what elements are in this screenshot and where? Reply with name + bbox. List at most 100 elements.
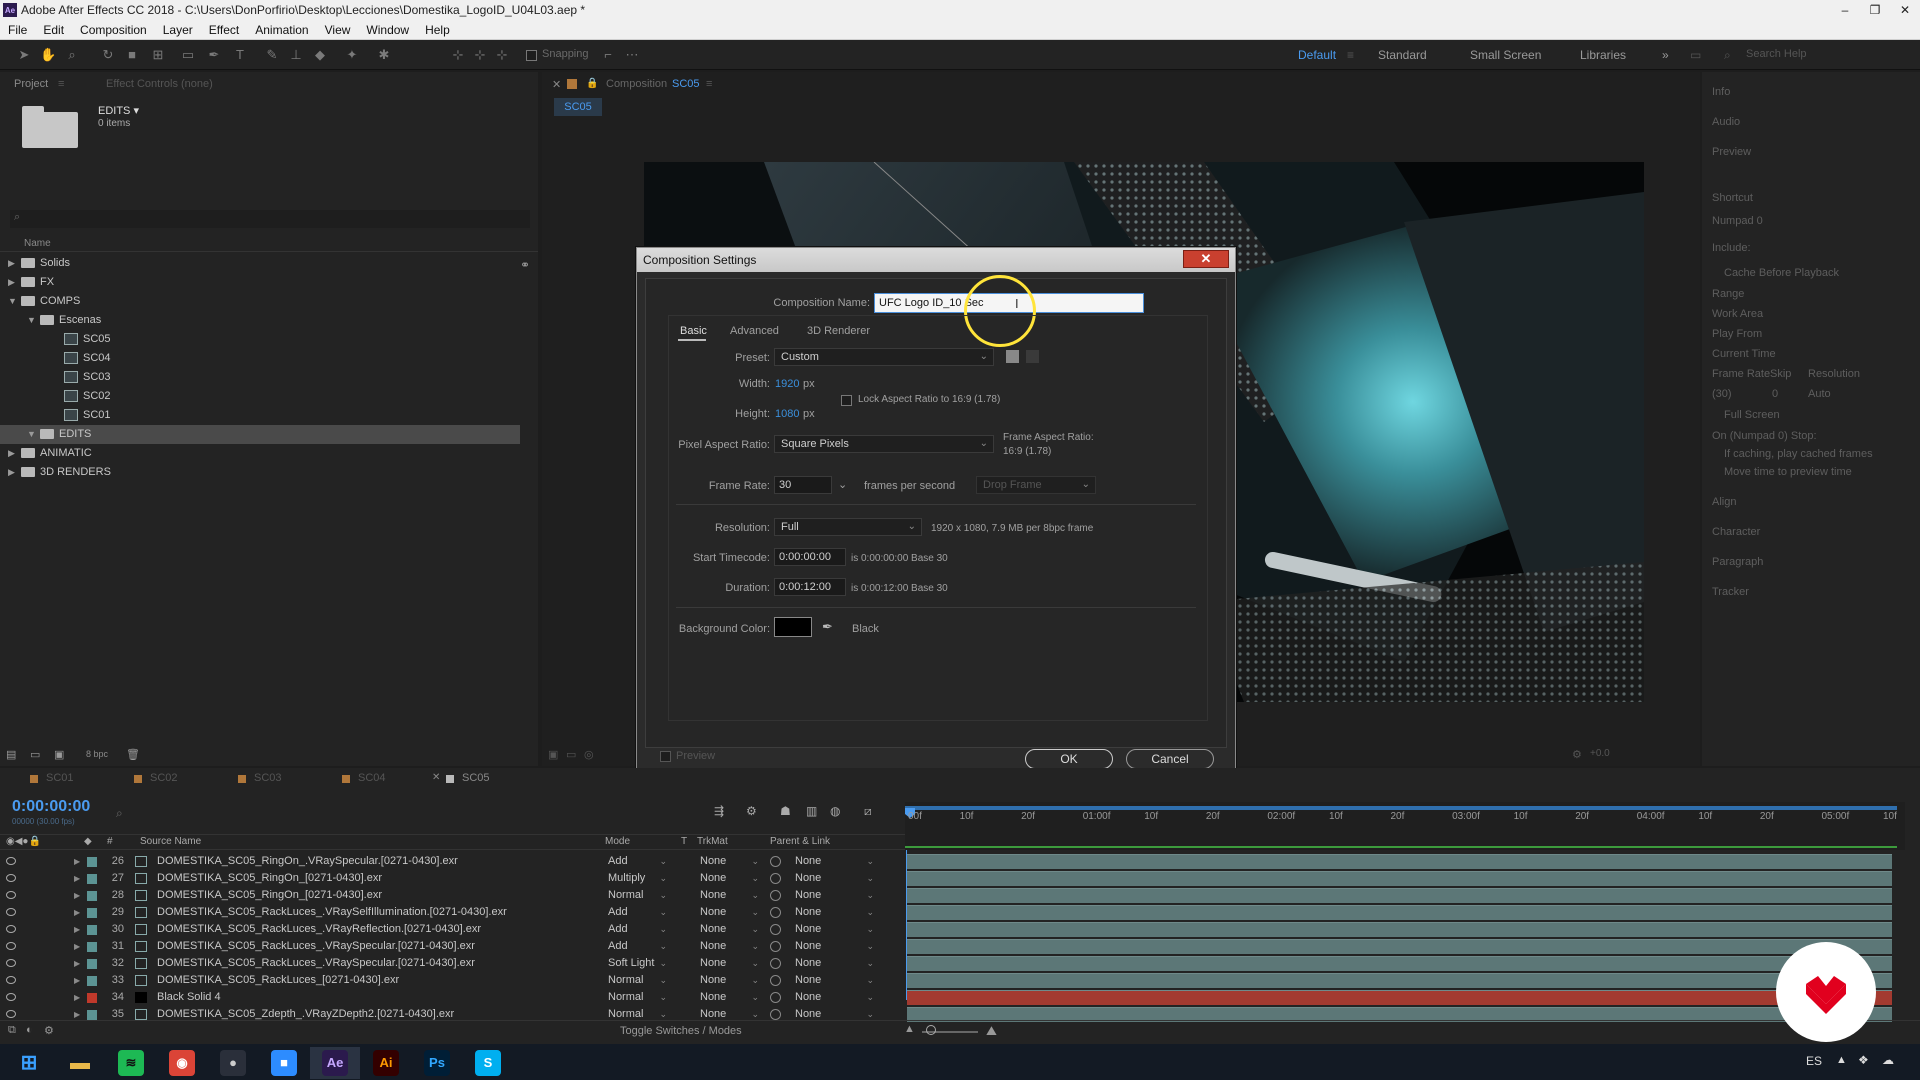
pick-whip-icon[interactable] — [770, 1009, 781, 1020]
layer-duration-bar[interactable] — [907, 905, 1892, 920]
axis-view-icon[interactable]: ⊹ — [494, 47, 510, 63]
tab-advanced[interactable]: Advanced — [730, 325, 779, 337]
layer-duration-bar[interactable] — [907, 990, 1892, 1005]
timeline-tab[interactable]: SC02 — [126, 772, 216, 788]
comp-panel-menu-icon[interactable]: ≡ — [706, 78, 712, 90]
snapshot-icon[interactable]: ◎ — [584, 748, 594, 761]
right-panel-item[interactable]: Preview — [1712, 146, 1751, 158]
resolution-select[interactable]: Full ⌄ — [774, 518, 922, 536]
rotate-tool-icon[interactable]: ↻ — [100, 47, 116, 63]
right-panel-item[interactable]: Character — [1712, 526, 1760, 538]
right-panel-item[interactable]: Play From — [1712, 328, 1762, 340]
chevron-down-icon[interactable]: ▼ — [27, 425, 36, 444]
trkmat-select[interactable]: None ⌄ — [697, 854, 762, 868]
pick-whip-icon[interactable] — [770, 941, 781, 952]
menu-effect[interactable]: Effect — [201, 23, 247, 37]
draft-3d-icon[interactable]: ⚙ — [746, 804, 757, 818]
dialog-close-button[interactable]: ✕ — [1183, 250, 1229, 268]
bg-color-swatch[interactable] — [774, 617, 812, 637]
menu-view[interactable]: View — [317, 23, 359, 37]
label-color-swatch[interactable] — [87, 959, 97, 969]
ok-button[interactable]: OK — [1025, 749, 1113, 769]
transfer-controls-icon[interactable]: ◐ — [26, 1024, 33, 1036]
trash-icon[interactable]: 🗑 — [126, 748, 140, 761]
more-workspaces-button[interactable]: » — [1662, 48, 1669, 62]
pick-whip-icon[interactable] — [770, 907, 781, 918]
right-panel-item[interactable]: Move time to preview time — [1724, 466, 1852, 478]
chevron-down-icon[interactable]: ▼ — [8, 292, 17, 311]
parent-select[interactable]: None ⌄ — [792, 990, 877, 1004]
type-tool-icon[interactable]: T — [232, 47, 248, 63]
blend-mode-select[interactable]: Normal ⌄ — [605, 888, 670, 902]
menu-edit[interactable]: Edit — [35, 23, 72, 37]
menu-help[interactable]: Help — [417, 23, 458, 37]
puppet-tool-icon[interactable]: ✱ — [376, 47, 392, 63]
selected-item-name[interactable]: EDITS ▾ — [98, 104, 139, 117]
visibility-eye-icon[interactable] — [6, 1010, 16, 1018]
right-panel-item[interactable]: Tracker — [1712, 586, 1749, 598]
layer-source-name[interactable]: Black Solid 4 — [157, 989, 221, 1006]
visibility-eye-icon[interactable] — [6, 993, 16, 1001]
layer-source-name[interactable]: DOMESTIKA_SC05_RackLuces_.VRaySelfIllumi… — [157, 904, 507, 921]
expand-twirl-icon[interactable]: ▶ — [74, 972, 80, 989]
comp-tab[interactable]: SC05 — [554, 98, 602, 116]
zoom-in-icon[interactable]: ⛰ — [986, 1023, 997, 1039]
visibility-eye-icon[interactable] — [6, 891, 16, 899]
tree-item[interactable]: SC01 — [0, 406, 530, 425]
expand-twirl-icon[interactable]: ▶ — [74, 887, 80, 904]
height-value[interactable]: 1080 — [775, 408, 799, 420]
parent-select[interactable]: None ⌄ — [792, 922, 877, 936]
frame-rate-input[interactable]: 30 — [774, 476, 832, 494]
new-composition-icon[interactable]: ▣ — [54, 748, 64, 761]
spotify-taskbar-button[interactable]: ≋ — [106, 1047, 156, 1079]
trkmat-select[interactable]: None ⌄ — [697, 939, 762, 953]
parent-select[interactable]: None ⌄ — [792, 905, 877, 919]
pen-tool-icon[interactable]: ✒ — [206, 47, 222, 63]
blend-mode-select[interactable]: Normal ⌄ — [605, 973, 670, 987]
blend-mode-select[interactable]: Add ⌄ — [605, 854, 670, 868]
layer-duration-bar[interactable] — [907, 922, 1892, 937]
zoom-out-icon[interactable]: ▲ — [904, 1023, 915, 1035]
tab-project[interactable]: Project — [14, 74, 48, 94]
close-window-button[interactable]: ✕ — [1890, 0, 1920, 20]
comp-mini-flowchart-icon[interactable]: ⇶ — [714, 804, 724, 818]
trkmat-select[interactable]: None ⌄ — [697, 1007, 762, 1021]
layer-row[interactable]: ▶ 28 DOMESTIKA_SC05_RingOn_[0271-0430].exr… — [0, 887, 905, 904]
col-mode[interactable]: Mode — [605, 836, 630, 847]
chevron-right-icon[interactable]: ▶ — [8, 254, 15, 273]
blend-mode-select[interactable]: Add ⌄ — [605, 922, 670, 936]
timeline-tab[interactable]: SC03 — [230, 772, 320, 788]
minimize-button[interactable]: – — [1830, 0, 1860, 20]
brush-tool-icon[interactable]: ✎ — [264, 47, 280, 63]
visibility-eye-icon[interactable] — [6, 959, 16, 967]
right-panel-item[interactable]: Skip — [1770, 368, 1791, 380]
tab-basic[interactable]: Basic — [680, 325, 707, 337]
menu-animation[interactable]: Animation — [247, 23, 316, 37]
blend-mode-select[interactable]: Multiply ⌄ — [605, 871, 670, 885]
layer-row[interactable]: ▶ 27 DOMESTIKA_SC05_RingOn_[0271-0430].exr… — [0, 870, 905, 887]
pan-behind-tool-icon[interactable]: ⊞ — [150, 47, 166, 63]
workspace-standard[interactable]: Standard — [1378, 48, 1427, 62]
duration-input[interactable]: 0:00:12:00 — [774, 578, 846, 596]
parent-select[interactable]: None ⌄ — [792, 973, 877, 987]
restore-button[interactable]: ❐ — [1860, 0, 1890, 20]
zoom-taskbar-button[interactable]: ■ — [259, 1047, 309, 1079]
comp-header-name[interactable]: SC05 — [672, 78, 700, 90]
layer-duration-bar[interactable] — [907, 871, 1892, 886]
tree-item[interactable]: ▶ 3D RENDERS — [0, 463, 530, 482]
illustrator-taskbar-button[interactable]: Ai — [361, 1047, 411, 1079]
delete-preset-icon[interactable] — [1026, 350, 1039, 363]
shy-layers-icon[interactable]: ☗ — [780, 804, 791, 818]
layer-duration-bar[interactable] — [907, 939, 1892, 954]
layer-source-name[interactable]: DOMESTIKA_SC05_RingOn_[0271-0430].exr — [157, 887, 382, 904]
preview-checkbox[interactable] — [660, 751, 671, 762]
layer-source-name[interactable]: DOMESTIKA_SC05_RingOn_.VRaySpecular.[027… — [157, 853, 458, 870]
preset-select[interactable]: Custom ⌄ — [774, 348, 994, 366]
timeline-tab[interactable]: SC01 — [22, 772, 112, 788]
layer-source-name[interactable]: DOMESTIKA_SC05_RackLuces_.VRaySpecular.[… — [157, 955, 475, 972]
snap-grid-icon[interactable]: ⋯ — [624, 47, 640, 63]
timeline-tab[interactable]: ✕ SC05 — [432, 772, 528, 788]
right-panel-item[interactable]: Full Screen — [1724, 409, 1780, 421]
expand-twirl-icon[interactable]: ▶ — [74, 921, 80, 938]
parent-select[interactable]: None ⌄ — [792, 1007, 877, 1021]
